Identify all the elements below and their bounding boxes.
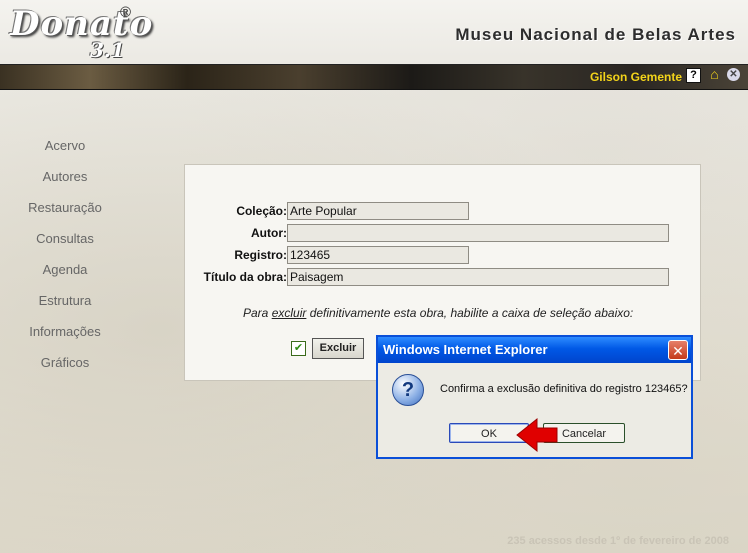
home-icon[interactable]: ⌂ <box>708 67 721 81</box>
autor-field[interactable] <box>287 224 669 242</box>
sidebar-nav: Acervo Autores Restauração Consultas Age… <box>0 137 130 385</box>
sidebar-item-informacoes[interactable]: Informações <box>0 323 130 354</box>
titulo-field[interactable]: Paisagem <box>287 268 669 286</box>
sidebar-item-graficos[interactable]: Gráficos <box>0 354 130 385</box>
sidebar-item-agenda[interactable]: Agenda <box>0 261 130 292</box>
question-icon: ? <box>392 374 424 406</box>
autor-label: Autor: <box>251 226 287 240</box>
registro-field[interactable]: 123465 <box>287 246 469 264</box>
dialog-title: Windows Internet Explorer <box>378 337 691 363</box>
delete-hint: Para excluir definitivamente esta obra, … <box>243 306 633 320</box>
sidebar-item-consultas[interactable]: Consultas <box>0 230 130 261</box>
help-icon[interactable]: ? <box>686 68 701 83</box>
registro-label: Registro: <box>234 248 287 262</box>
dialog-message: Confirma a exclusão definitiva do regist… <box>440 383 688 395</box>
site-title: Museu Nacional de Belas Artes <box>455 25 736 44</box>
logo: Donato <box>10 4 154 44</box>
excluir-button[interactable]: Excluir <box>312 338 364 359</box>
autor-row: Autor: <box>184 224 287 242</box>
hint-text-after: definitivamente esta obra, habilite a ca… <box>306 306 634 320</box>
titulo-row: Título da obra: <box>184 268 287 286</box>
sidebar-item-autores[interactable]: Autores <box>0 168 130 199</box>
red-arrow-icon <box>516 417 558 453</box>
header: Donato ® 3.1 Museu Nacional de Belas Art… <box>0 0 748 64</box>
sidebar-item-estrutura[interactable]: Estrutura <box>0 292 130 323</box>
logo-registered-mark: ® <box>120 4 132 21</box>
colecao-row: Coleção: <box>184 202 287 220</box>
hint-excluir-link: excluir <box>271 306 307 320</box>
access-counter: 235 acessos desde 1º de fevereiro de 200… <box>507 535 729 547</box>
titulo-label: Título da obra: <box>203 270 287 284</box>
logo-version: 3.1 <box>90 38 125 62</box>
registro-row: Registro: <box>184 246 287 264</box>
dialog-close-icon[interactable]: ✕ <box>668 340 688 360</box>
sidebar-item-acervo[interactable]: Acervo <box>0 137 130 168</box>
close-icon[interactable]: ✕ <box>727 68 740 81</box>
colecao-label: Coleção: <box>236 204 287 218</box>
confirm-checkbox[interactable]: ✔ <box>291 341 306 356</box>
sidebar-item-restauracao[interactable]: Restauração <box>0 199 130 230</box>
colecao-field[interactable]: Arte Popular <box>287 202 469 220</box>
user-name[interactable]: Gilson Gemente <box>590 70 682 84</box>
hint-text-before: Para <box>243 306 272 320</box>
